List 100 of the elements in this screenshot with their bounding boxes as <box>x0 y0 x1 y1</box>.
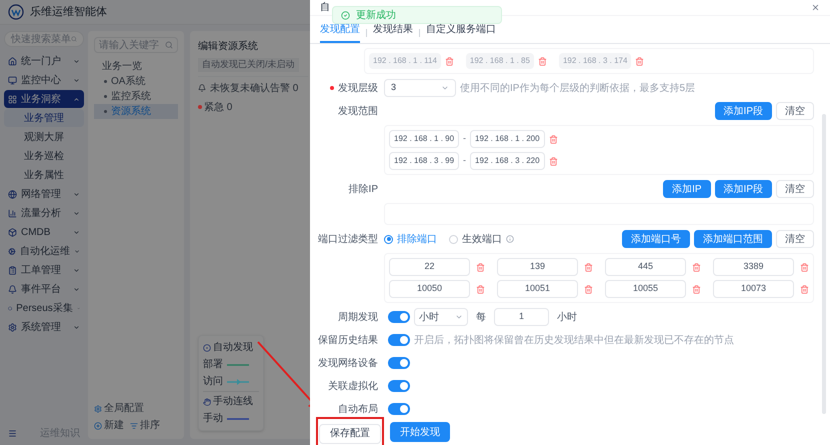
port-field[interactable]: 139 <box>497 258 578 276</box>
action-button[interactable]: 清空 <box>776 230 814 248</box>
port-field[interactable]: 10073 <box>713 280 794 298</box>
sidebar-item[interactable]: 监控中心 <box>4 71 84 89</box>
level-select[interactable]: 3 <box>384 79 456 97</box>
close-icon[interactable] <box>811 3 820 12</box>
sidebar-item[interactable]: 自动化运维 <box>4 242 84 260</box>
trash-icon[interactable] <box>800 262 809 272</box>
plus-circle-icon <box>94 422 102 430</box>
trash-icon[interactable] <box>476 262 485 272</box>
clipboard-icon <box>8 266 17 274</box>
ip-field[interactable]: 192 . 168 . 1 . 200 <box>470 130 545 148</box>
ip-field[interactable]: 192 . 168 . 3 . 99 <box>389 152 460 170</box>
chevron-down-icon <box>73 190 80 198</box>
chevron-down-icon <box>73 58 80 64</box>
tree-item[interactable]: 资源系统 <box>94 104 178 119</box>
ip-field[interactable]: 192 . 168 . 1 . 85 <box>466 53 534 69</box>
panel-action[interactable]: 排序 <box>140 418 160 433</box>
field-label: 周期发现 <box>338 310 378 324</box>
footer-button[interactable]: 开始发现 <box>390 422 450 442</box>
success-toast: 更新成功 <box>332 6 502 24</box>
port-field[interactable]: 10050 <box>389 280 470 298</box>
port-field[interactable]: 3389 <box>713 258 794 276</box>
panel-action[interactable]: 全局配置 <box>104 401 144 416</box>
chevron-down-icon <box>455 313 463 321</box>
sidebar-subitem[interactable]: 业务管理 <box>4 109 84 127</box>
action-button[interactable]: 添加IP <box>663 180 711 198</box>
sidebar-subitem[interactable]: 业务属性 <box>4 166 84 184</box>
chevron-down-icon <box>73 210 80 216</box>
action-button[interactable]: 添加端口范围 <box>694 230 772 248</box>
sidebar-item[interactable]: 统一门户 <box>4 52 84 70</box>
action-button[interactable]: 清空 <box>776 180 814 198</box>
chevron-up-icon <box>73 96 80 102</box>
sidebar-item[interactable]: Perseus采集 <box>4 299 84 317</box>
action-button[interactable]: 清空 <box>776 102 814 120</box>
hint-text: 开启后，拓扑图将保留曾在历史发现结果中但在最新发现已不存在的节点 <box>414 334 734 348</box>
trash-icon[interactable] <box>548 156 558 166</box>
tab[interactable]: 发现配置 <box>320 22 360 43</box>
trash-icon[interactable] <box>800 284 809 294</box>
ip-field[interactable]: 192 . 168 . 1 . 114 <box>369 53 441 69</box>
tree-item[interactable]: OA系统 <box>94 74 178 89</box>
ip-field[interactable]: 192 . 168 . 3 . 220 <box>470 152 545 170</box>
sidebar-item[interactable]: 业务洞察 <box>4 90 84 108</box>
cube-icon <box>8 228 17 236</box>
trash-icon[interactable] <box>548 134 558 144</box>
trash-icon[interactable] <box>584 284 593 294</box>
trash-icon[interactable] <box>444 56 454 66</box>
chevron-down-icon <box>73 324 80 330</box>
panel-action[interactable]: 新建 <box>104 418 124 433</box>
trash-icon[interactable] <box>538 56 547 66</box>
gear-icon <box>94 404 102 412</box>
toggle-switch[interactable] <box>388 311 410 323</box>
tab[interactable]: 发现结果 <box>373 22 413 43</box>
gear-icon <box>8 246 16 256</box>
field-label: 发现网络设备 <box>318 356 378 370</box>
toggle-switch[interactable] <box>388 380 410 392</box>
field-label: 端口过滤类型 <box>318 232 378 246</box>
unit-select[interactable]: 小时 <box>414 308 468 326</box>
action-button[interactable]: 添加端口号 <box>622 230 690 248</box>
hand-icon <box>203 398 211 406</box>
port-field[interactable]: 22 <box>389 258 470 276</box>
sidebar-item[interactable]: 工单管理 <box>4 261 84 279</box>
toggle-switch[interactable] <box>388 334 410 346</box>
menu-icon[interactable] <box>8 429 17 438</box>
footer-button[interactable]: 保存配置 <box>319 424 381 444</box>
sidebar-item[interactable]: 系统管理 <box>4 318 84 336</box>
sidebar-item[interactable]: 网络管理 <box>4 185 84 203</box>
port-field[interactable]: 10055 <box>605 280 686 298</box>
tree-item[interactable]: 监控系统 <box>94 89 178 104</box>
hint-text: 使用不同的IP作为每个层级的判断依据，最多支持5层 <box>460 82 696 96</box>
toggle-switch[interactable] <box>388 357 410 369</box>
chevron-down-icon <box>73 76 80 84</box>
field-label: 保留历史结果 <box>318 334 378 348</box>
port-field[interactable]: 445 <box>605 258 686 276</box>
tab[interactable]: 自定义服务端口 <box>426 22 496 43</box>
ip-field[interactable]: 192 . 168 . 1 . 90 <box>389 130 460 148</box>
sidebar-item[interactable]: CMDB <box>4 223 84 241</box>
alert-count: 未恢复未确认告警 0 <box>210 82 298 96</box>
trash-icon[interactable] <box>692 262 701 272</box>
trash-icon[interactable] <box>692 284 701 294</box>
circle-icon <box>203 344 211 352</box>
menu-search-field[interactable]: 快速搜索菜单 <box>4 31 84 47</box>
sidebar-subitem[interactable]: 业务巡检 <box>4 147 84 165</box>
action-button[interactable]: 添加IP段 <box>714 102 772 120</box>
sidebar-item[interactable]: 流量分析 <box>4 204 84 222</box>
check-circle-icon <box>341 10 350 20</box>
ip-field[interactable]: 192 . 168 . 3 . 174 <box>558 53 632 69</box>
trash-icon[interactable] <box>584 262 593 272</box>
sidebar-subitem[interactable]: 观测大屏 <box>4 128 84 146</box>
tree-root[interactable]: 业务一览 <box>94 59 178 74</box>
range-separator: - <box>463 154 466 168</box>
sidebar-item[interactable]: 事件平台 <box>4 280 84 298</box>
port-field[interactable]: 10051 <box>497 280 578 298</box>
trash-icon[interactable] <box>476 284 485 294</box>
keyword-search-field[interactable]: 请输入关键字 <box>94 37 178 53</box>
action-button[interactable]: 添加IP段 <box>714 180 772 198</box>
interval-field[interactable]: 1 <box>494 308 549 326</box>
toggle-switch[interactable] <box>388 403 410 415</box>
trash-icon[interactable] <box>635 56 644 66</box>
radio-button[interactable] <box>384 234 393 244</box>
